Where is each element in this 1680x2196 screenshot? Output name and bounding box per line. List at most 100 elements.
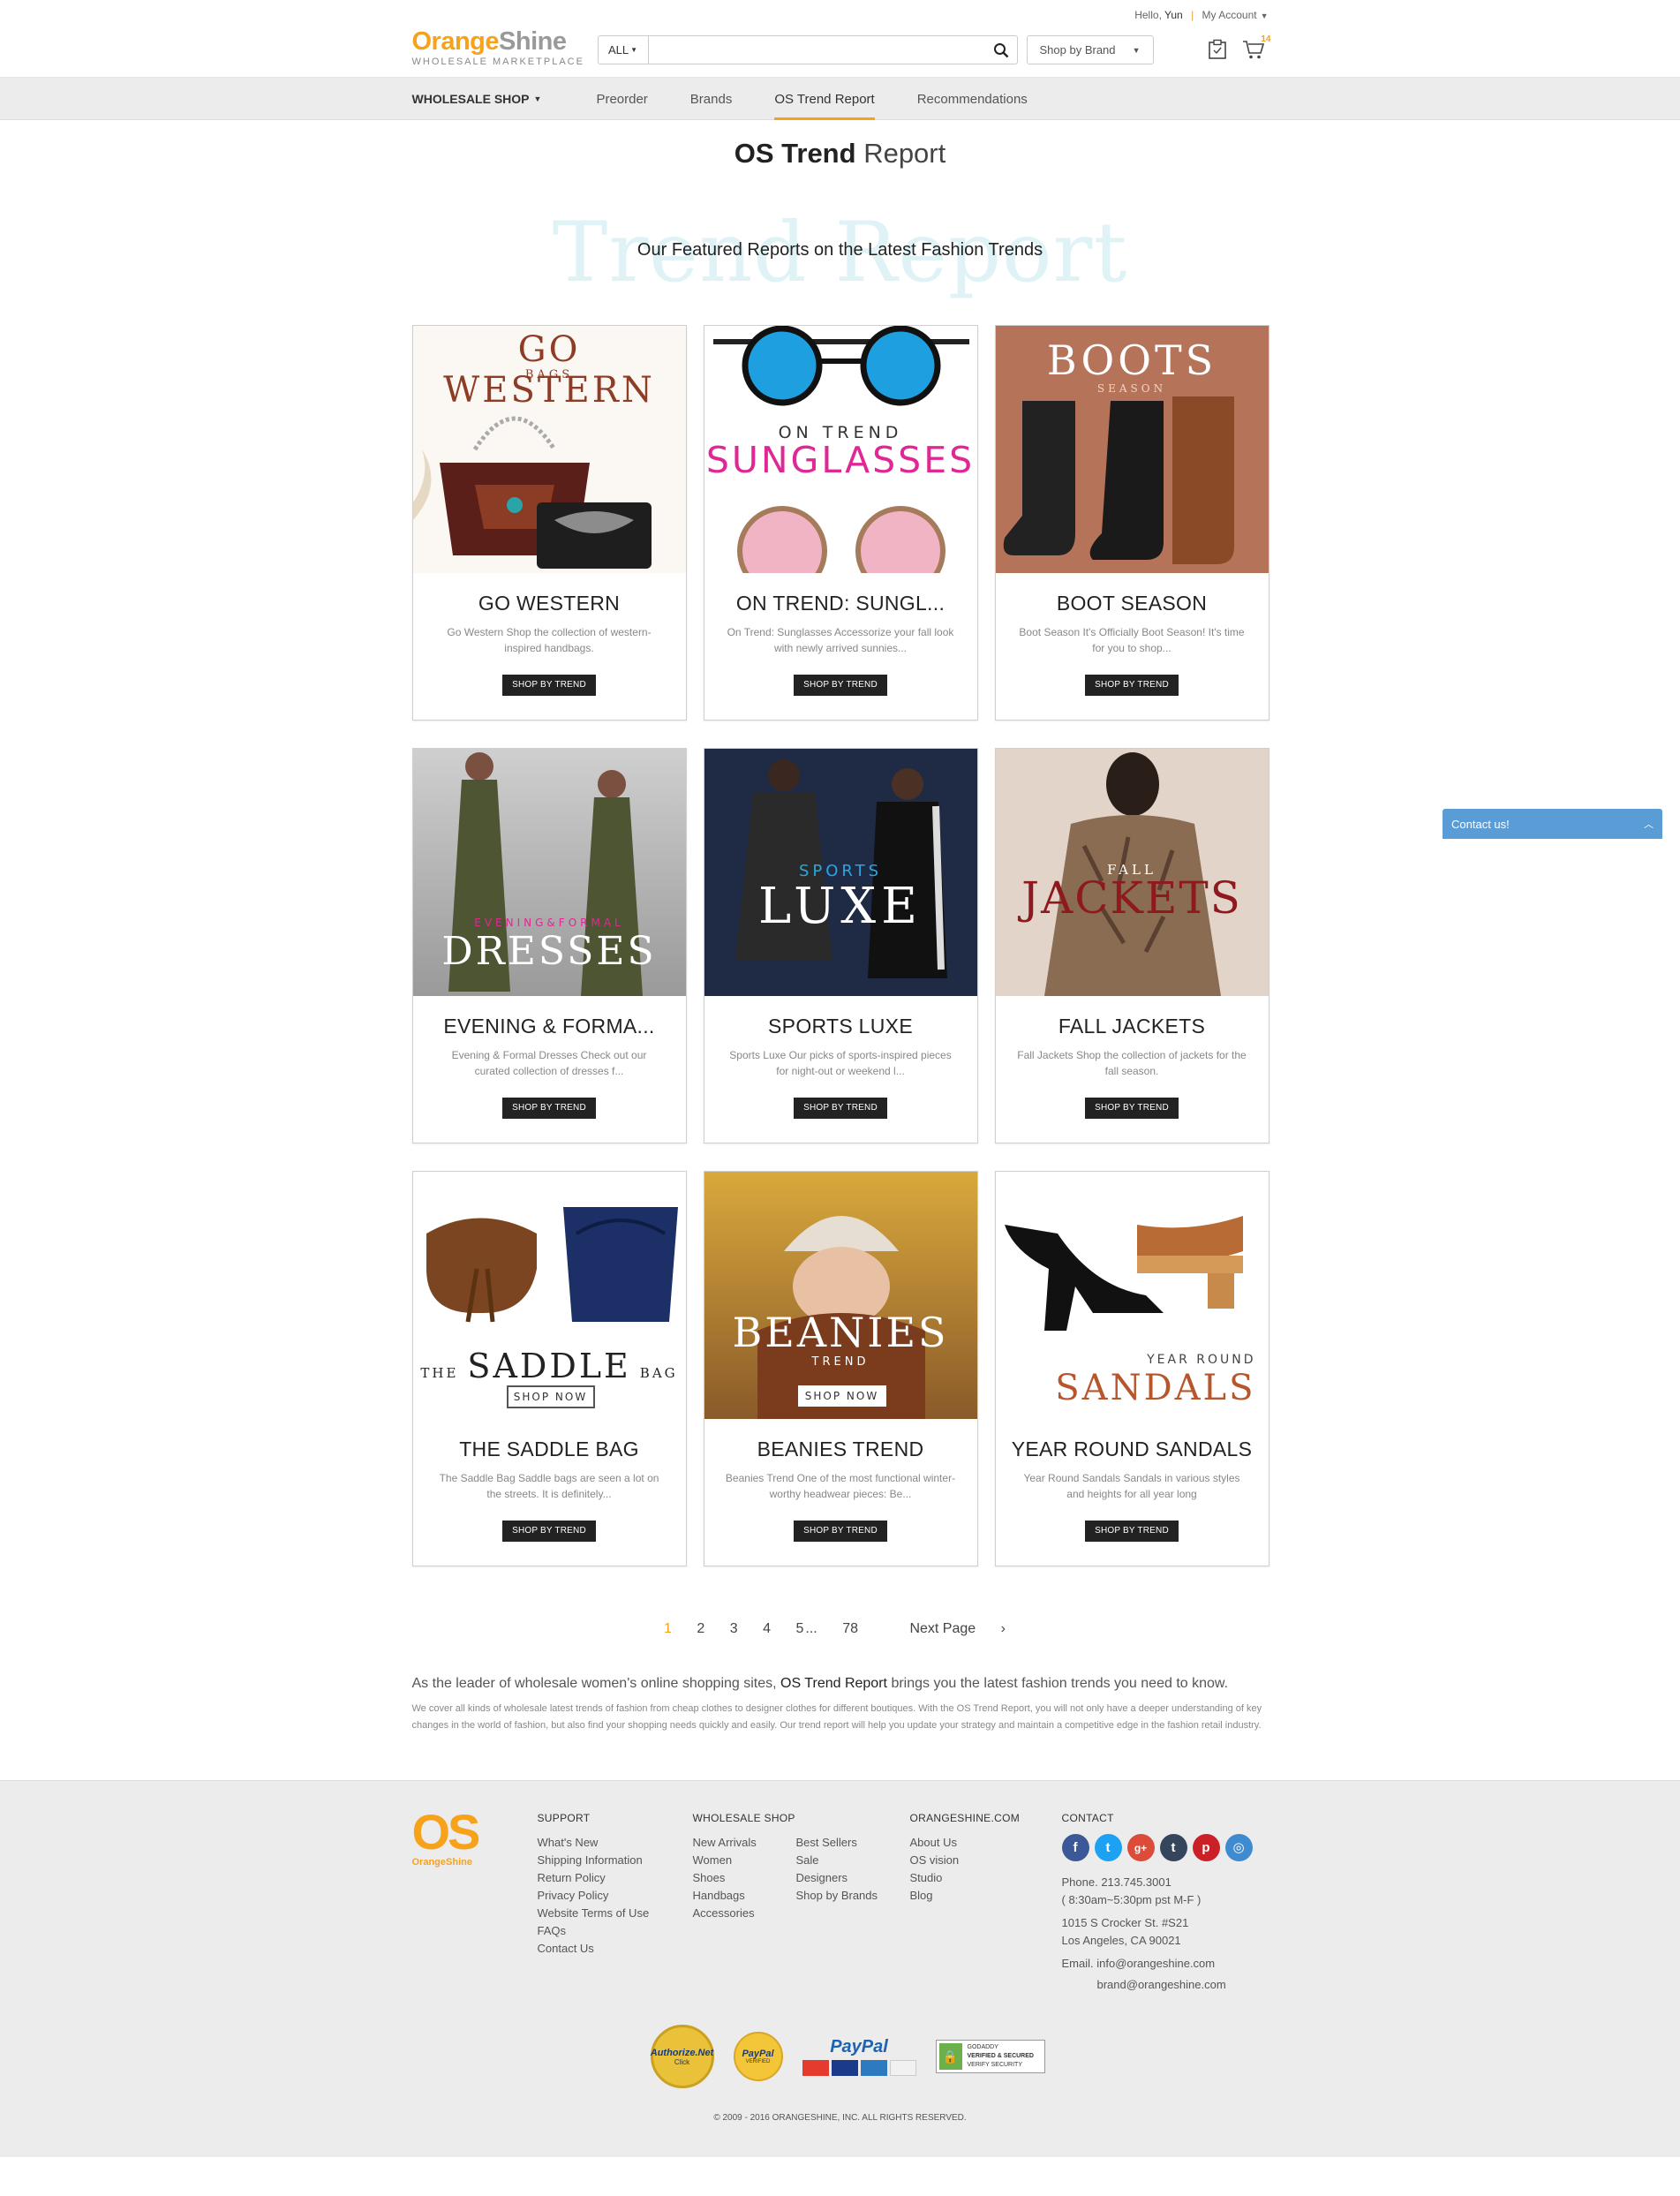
footer-link[interactable]: Handbags (693, 1887, 795, 1905)
footer-link[interactable]: Blog (910, 1887, 1021, 1905)
trend-card-title[interactable]: FALL JACKETS (996, 1015, 1269, 1038)
trend-image-saddle-bag[interactable]: THE SADDLE BAG SHOP NOW (412, 1172, 686, 1419)
next-page-link[interactable]: Next Page › (899, 1621, 1016, 1636)
cart-button[interactable]: 14 (1242, 34, 1271, 64)
shop-by-trend-button[interactable]: SHOP BY TREND (794, 1098, 887, 1119)
shop-by-trend-button[interactable]: SHOP BY TREND (1085, 1521, 1179, 1542)
contact-email[interactable]: Email. info@orangeshine.com (1062, 1955, 1253, 1973)
paypal-text: PayPal (830, 2037, 888, 2056)
trend-card-sandals[interactable]: YEAR ROUND SANDALS YEAR ROUND SANDALS Ye… (994, 1171, 1269, 1566)
tumblr-icon[interactable]: t (1159, 1834, 1187, 1861)
page-link-5[interactable]: 5 (795, 1621, 803, 1636)
twitter-icon[interactable]: t (1094, 1834, 1122, 1861)
search-category-select[interactable]: ALL ▼ (599, 36, 649, 64)
my-account-link[interactable]: My Account (1202, 9, 1257, 21)
trend-card-title[interactable]: EVENING & FORMA... (413, 1015, 686, 1038)
caret-down-icon: ▼ (1260, 11, 1269, 20)
contact-address-1: 1015 S Crocker St. #S21 (1061, 1916, 1189, 1929)
trend-card-beanies[interactable]: BEANIES TREND SHOP NOW BEANIES TREND Bea… (703, 1171, 978, 1566)
top-bar: Hello, Yun | My Account ▼ OrangeShine WHO… (0, 0, 1680, 78)
footer-link[interactable]: What's New (538, 1834, 650, 1852)
godaddy-badge[interactable]: 🔒 GODADDY VERIFIED & SECURED VERIFY SECU… (935, 2040, 1045, 2073)
trend-card-title[interactable]: BEANIES TREND (704, 1438, 977, 1461)
trend-image-beanies[interactable]: BEANIES TREND SHOP NOW (704, 1172, 977, 1419)
footer-link[interactable]: Best Sellers (796, 1834, 878, 1852)
trend-image-boot-season[interactable]: BOOTS SEASON (995, 326, 1269, 573)
search-input[interactable] (648, 36, 985, 64)
trend-card-title[interactable]: SPORTS LUXE (704, 1015, 977, 1038)
trend-card-title[interactable]: GO WESTERN (413, 592, 686, 615)
google-plus-icon[interactable]: g+ (1126, 1834, 1155, 1861)
trend-card-go-western[interactable]: GO WESTERN BAGS GO WESTERN Go Western Sh… (411, 325, 687, 721)
footer-link[interactable]: Women (693, 1852, 795, 1869)
footer-link[interactable]: Designers (796, 1869, 878, 1887)
trend-card-title[interactable]: THE SADDLE BAG (413, 1438, 686, 1461)
trend-image-sandals[interactable]: YEAR ROUND SANDALS (995, 1172, 1269, 1419)
contact-us-widget[interactable]: Contact us! ︿ (1443, 809, 1662, 839)
footer-link[interactable]: Return Policy (538, 1869, 650, 1887)
shop-by-trend-button[interactable]: SHOP BY TREND (794, 1521, 887, 1542)
page-link-last[interactable]: 78 (842, 1621, 858, 1636)
footer-link[interactable]: About Us (910, 1834, 1021, 1852)
art-title: JACKETS (1021, 872, 1242, 924)
art-prefix: THE (420, 1365, 459, 1381)
trend-card-sports-luxe[interactable]: SPORTS LUXE SPORTS LUXE Sports Luxe Our … (703, 748, 978, 1143)
page-link-4[interactable]: 4 (763, 1621, 771, 1636)
trend-card-sunglasses[interactable]: ON TREND SUNGLASSES ON TREND: SUNGL... O… (703, 325, 978, 721)
contact-email-brand[interactable]: brand@orangeshine.com (1062, 1976, 1253, 1994)
footer-link[interactable]: Shipping Information (538, 1852, 650, 1869)
trend-card-boot-season[interactable]: BOOTS SEASON BOOT SEASON Boot Season It'… (994, 325, 1269, 721)
logo-shine-text: Shine (499, 27, 567, 56)
footer-link[interactable]: New Arrivals (693, 1834, 795, 1852)
shop-by-trend-button[interactable]: SHOP BY TREND (502, 1098, 596, 1119)
nav-os-trend-report[interactable]: OS Trend Report (774, 78, 876, 120)
shop-by-trend-button[interactable]: SHOP BY TREND (1085, 1098, 1179, 1119)
trend-card-fall-jackets[interactable]: FALL JACKETS FALL JACKETS Fall Jackets S… (994, 748, 1269, 1143)
instagram-icon[interactable]: ◎ (1224, 1834, 1253, 1861)
trend-image-evening-formal[interactable]: EVENING&FORMAL DRESSES (412, 749, 686, 996)
trend-card-title[interactable]: ON TREND: SUNGL... (704, 592, 977, 615)
footer-link[interactable]: Accessories (693, 1905, 795, 1922)
trend-card-saddle-bag[interactable]: THE SADDLE BAG SHOP NOW THE SADDLE BAG T… (411, 1171, 687, 1566)
footer-link[interactable]: Shoes (693, 1869, 795, 1887)
logo[interactable]: OrangeShine WHOLESALE MARKETPLACE (412, 28, 584, 67)
page-link-3[interactable]: 3 (730, 1621, 738, 1636)
shop-by-trend-button[interactable]: SHOP BY TREND (502, 1521, 596, 1542)
trend-image-go-western[interactable]: GO WESTERN BAGS (412, 326, 686, 573)
nav-recommendations[interactable]: Recommendations (917, 78, 1028, 120)
page-link-2[interactable]: 2 (697, 1621, 704, 1636)
footer-link[interactable]: OS vision (910, 1852, 1021, 1869)
wishlist-button[interactable] (1207, 39, 1228, 64)
nav-preorder[interactable]: Preorder (596, 78, 647, 120)
authorize-net-badge[interactable]: Authorize.Net Click (650, 2025, 714, 2088)
search-button[interactable] (985, 36, 1017, 64)
trend-image-fall-jackets[interactable]: FALL JACKETS (995, 749, 1269, 996)
page-link-1[interactable]: 1 (664, 1621, 672, 1636)
facebook-icon[interactable]: f (1061, 1834, 1089, 1861)
pinterest-icon[interactable]: p (1192, 1834, 1220, 1861)
shop-by-trend-button[interactable]: SHOP BY TREND (502, 675, 596, 696)
nav-brands[interactable]: Brands (690, 78, 733, 120)
paypal-cards-badge[interactable]: PayPal (802, 2037, 916, 2076)
trend-image-sports-luxe[interactable]: SPORTS LUXE (704, 749, 977, 996)
footer-link[interactable]: Sale (796, 1852, 878, 1869)
trend-card-evening-formal[interactable]: EVENING&FORMAL DRESSES EVENING & FORMA..… (411, 748, 687, 1143)
paypal-verified-badge[interactable]: PayPal VERIFIED (733, 2032, 783, 2081)
footer-link[interactable]: FAQs (538, 1922, 650, 1940)
trend-card-title[interactable]: YEAR ROUND SANDALS (996, 1438, 1269, 1461)
nav-wholesale-shop[interactable]: WHOLESALE SHOP ▼ (412, 78, 542, 120)
footer-link[interactable]: Contact Us (538, 1940, 650, 1958)
footer-link[interactable]: Shop by Brands (796, 1887, 878, 1905)
art-shop-now-label: SHOP NOW (797, 1385, 886, 1407)
shop-by-trend-button[interactable]: SHOP BY TREND (794, 675, 887, 696)
footer-logo[interactable]: OS OrangeShine (412, 1807, 481, 1868)
page-title: OS Trend Report (412, 138, 1269, 170)
paypal-seal-text: PayPal (742, 2049, 774, 2059)
trend-image-sunglasses[interactable]: ON TREND SUNGLASSES (704, 326, 977, 573)
shop-by-brand-select[interactable]: Shop by Brand ▼ (1026, 35, 1154, 64)
trend-card-title[interactable]: BOOT SEASON (996, 592, 1269, 615)
footer-link[interactable]: Privacy Policy (538, 1887, 650, 1905)
footer-link[interactable]: Studio (910, 1869, 1021, 1887)
shop-by-trend-button[interactable]: SHOP BY TREND (1085, 675, 1179, 696)
footer-link[interactable]: Website Terms of Use (538, 1905, 650, 1922)
